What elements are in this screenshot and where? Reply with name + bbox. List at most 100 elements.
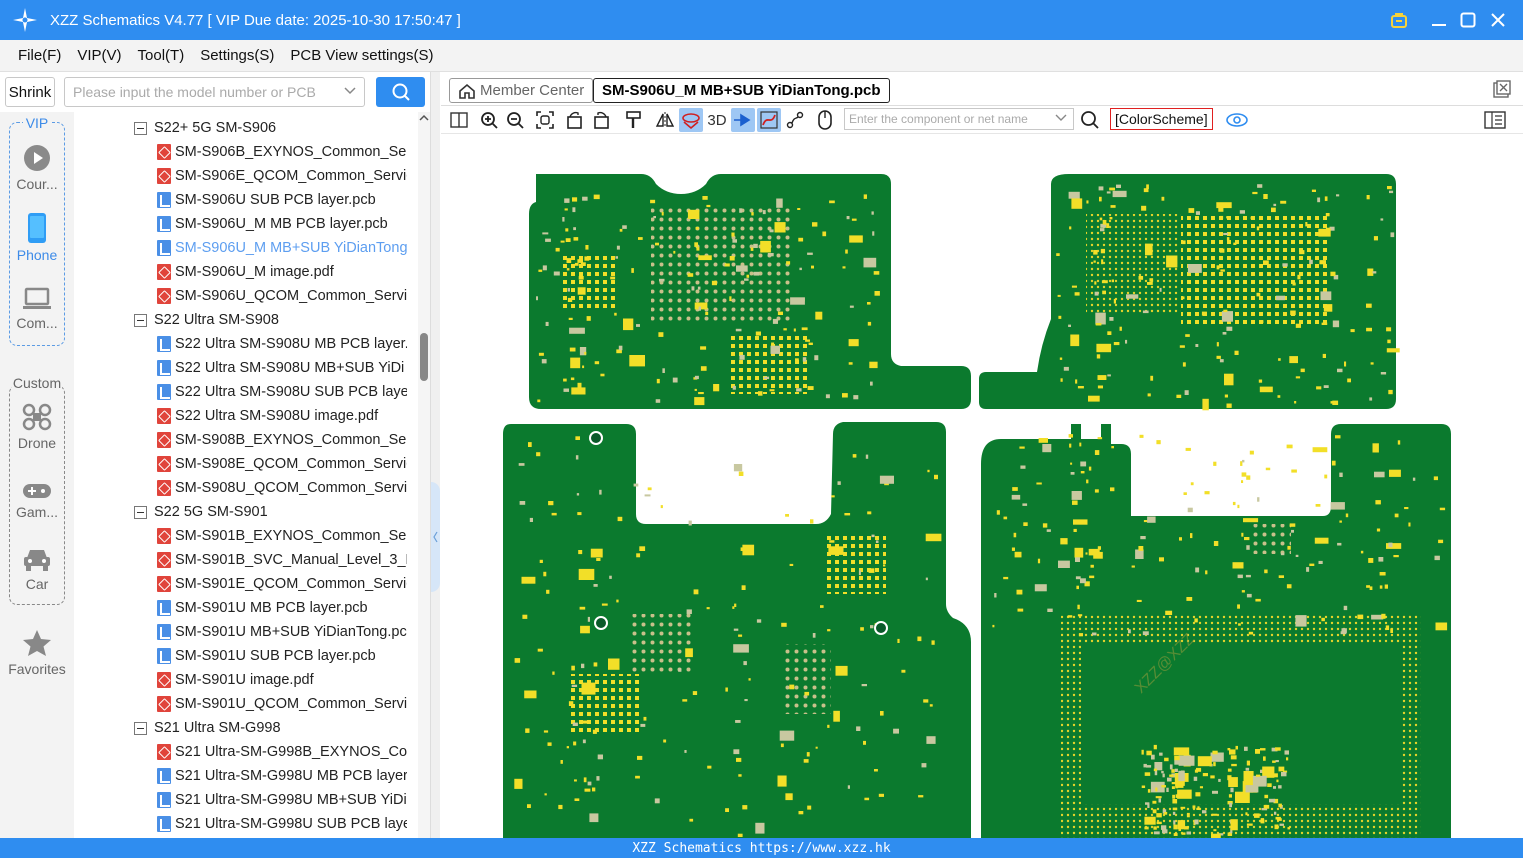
- pcb-pad[interactable]: [700, 346, 707, 350]
- model-search-input[interactable]: Please input the model number or PCB: [64, 77, 365, 107]
- pcb-pad[interactable]: [725, 687, 728, 692]
- pcb-pad[interactable]: [860, 627, 864, 631]
- pcb-pad[interactable]: [1306, 567, 1310, 572]
- eye-icon[interactable]: [1225, 108, 1249, 132]
- pcb-pad[interactable]: [744, 699, 748, 702]
- pcb-pad[interactable]: [1202, 810, 1207, 814]
- pcb-pad[interactable]: [1246, 760, 1250, 766]
- pcb-pad[interactable]: [1264, 569, 1268, 574]
- pcb-pad[interactable]: [1343, 605, 1348, 611]
- pcb-pad[interactable]: [1092, 632, 1097, 636]
- pcb-pad[interactable]: [863, 194, 867, 199]
- pcb-pad[interactable]: [1295, 323, 1301, 328]
- pcb-pad[interactable]: [565, 238, 571, 242]
- pcb-pad[interactable]: [1141, 785, 1146, 789]
- pcb-pad[interactable]: [577, 382, 582, 388]
- scroll-up-icon[interactable]: [418, 112, 430, 126]
- pcb-pad[interactable]: [1060, 538, 1068, 545]
- pcb-pad[interactable]: [1375, 500, 1381, 505]
- pcb-pad[interactable]: [1325, 213, 1330, 217]
- pcb-pad[interactable]: [786, 261, 791, 265]
- pcb-pad[interactable]: [1282, 263, 1288, 267]
- mirror-icon[interactable]: [653, 108, 677, 132]
- pcb-pad[interactable]: [1271, 207, 1276, 213]
- pcb-pad[interactable]: [1196, 767, 1202, 772]
- pcb-pad[interactable]: [1109, 217, 1113, 220]
- pcb-pad[interactable]: [1223, 309, 1228, 313]
- pcb-pad[interactable]: [636, 324, 640, 327]
- pcb-pad[interactable]: [1172, 794, 1175, 799]
- pcb-pad[interactable]: [1344, 361, 1347, 367]
- tree-group[interactable]: S22 Ultra SM-S908: [134, 308, 279, 332]
- pcb-pad[interactable]: [1163, 812, 1168, 815]
- pcb-pad[interactable]: [1340, 631, 1347, 635]
- pcb-pad[interactable]: [1194, 618, 1198, 623]
- pcb-pad[interactable]: [592, 729, 597, 734]
- pcb-pad[interactable]: [1101, 280, 1108, 284]
- pcb-pad[interactable]: [1180, 770, 1185, 773]
- pcb-pad[interactable]: [1309, 563, 1315, 566]
- pcb-pad[interactable]: [725, 808, 729, 812]
- pcb-pad[interactable]: [564, 198, 570, 203]
- pcb-pad[interactable]: [537, 399, 541, 403]
- pcb-pad[interactable]: [803, 759, 809, 763]
- pcb-pad[interactable]: [1367, 268, 1374, 276]
- pcb-pad[interactable]: [853, 395, 859, 400]
- close-all-tabs-icon[interactable]: [1493, 80, 1511, 98]
- pcb-pad[interactable]: [582, 739, 586, 744]
- pcb-pad[interactable]: [573, 237, 579, 241]
- pcb-pad[interactable]: [785, 514, 789, 517]
- pcb-pad[interactable]: [760, 240, 771, 253]
- pcb-pad[interactable]: [1230, 819, 1238, 831]
- pcb-pad[interactable]: [1366, 195, 1370, 200]
- pcb-pad[interactable]: [572, 722, 578, 726]
- pcb-pad[interactable]: [1393, 555, 1399, 558]
- tree-file-item[interactable]: S21 Ultra-SM-G998U MB+SUB YiDi: [157, 788, 407, 812]
- pcb-pad[interactable]: [1193, 776, 1198, 781]
- pcb-pad[interactable]: [1295, 376, 1301, 379]
- pcb-pad[interactable]: [629, 355, 645, 367]
- pcb-pad[interactable]: [1390, 232, 1395, 238]
- pcb-pad[interactable]: [1279, 823, 1285, 826]
- pcb-pad[interactable]: [1287, 545, 1291, 550]
- menu-settings[interactable]: Settings(S): [200, 47, 274, 64]
- bottom-side-icon[interactable]: [679, 108, 703, 132]
- pcb-pad[interactable]: [539, 559, 543, 563]
- pcb-pad[interactable]: [1246, 823, 1253, 826]
- pcb-pad[interactable]: [1144, 826, 1149, 830]
- pcb-pad[interactable]: [1175, 785, 1179, 789]
- pcb-pad[interactable]: [567, 297, 573, 302]
- pcb-pad[interactable]: [537, 648, 543, 652]
- pcb-pad[interactable]: [771, 342, 775, 345]
- pcb-pad[interactable]: [1182, 362, 1186, 367]
- pcb-pad[interactable]: [702, 196, 708, 200]
- pcb-pad[interactable]: [1295, 554, 1299, 557]
- pcb-pad[interactable]: [1274, 824, 1279, 830]
- pcb-pad[interactable]: [571, 387, 586, 395]
- pcb-pad[interactable]: [563, 388, 570, 392]
- pcb-pad[interactable]: [1224, 394, 1228, 398]
- pcb-pad[interactable]: [519, 501, 526, 505]
- pcb-pad[interactable]: [1235, 791, 1250, 803]
- pcb-pad[interactable]: [1147, 282, 1153, 285]
- pcb-pad[interactable]: [1319, 260, 1326, 265]
- pcb-pad[interactable]: [762, 210, 766, 215]
- pcb-pad[interactable]: [694, 302, 708, 310]
- pcb-pad[interactable]: [1387, 186, 1392, 190]
- pcb-pad[interactable]: [616, 245, 620, 250]
- pcb-pad[interactable]: [700, 366, 707, 371]
- pcb-pad[interactable]: [1153, 826, 1157, 830]
- pcb-pad[interactable]: [1156, 821, 1162, 825]
- pcb-pad[interactable]: [1386, 543, 1402, 549]
- pcb-pad[interactable]: [1147, 803, 1150, 808]
- pcb-pad[interactable]: [827, 629, 831, 632]
- side-panel-toggle-icon[interactable]: [1483, 108, 1507, 132]
- pcb-pad[interactable]: [1245, 574, 1251, 578]
- pcb-pad[interactable]: [682, 699, 688, 702]
- pcb-pad[interactable]: [529, 517, 533, 522]
- pcb-pad[interactable]: [635, 775, 640, 779]
- pcb-pad[interactable]: [1275, 295, 1285, 301]
- format-paint-icon[interactable]: [621, 108, 645, 132]
- pcb-pad[interactable]: [880, 711, 884, 716]
- pcb-pad[interactable]: [796, 388, 802, 392]
